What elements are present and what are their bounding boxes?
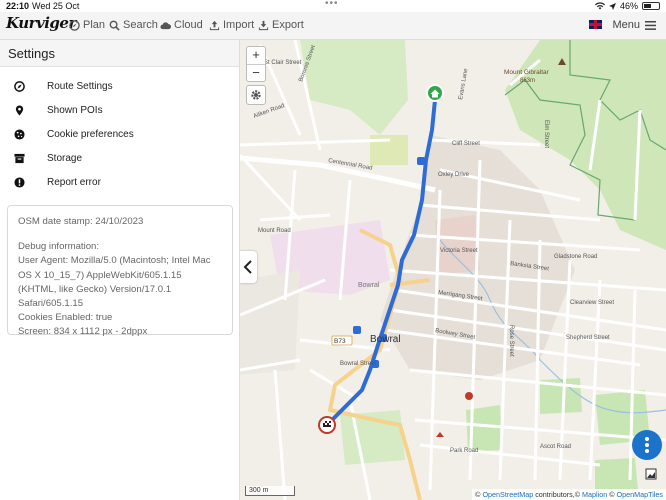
vertical-dots-icon: [645, 437, 649, 453]
hamburger-icon: [645, 20, 656, 30]
svg-text:Mount Road: Mount Road: [258, 228, 291, 234]
zoom-out-button[interactable]: −: [247, 64, 265, 81]
svg-text:Evans Lane: Evans Lane: [458, 67, 470, 100]
debug-info-box: OSM date stamp: 24/10/2023 Debug informa…: [7, 205, 233, 337]
settings-menu: Route Settings Shown POIs Cookie prefere…: [0, 67, 239, 194]
status-time: 22:10: [6, 1, 30, 11]
svg-text:Bowral: Bowral: [358, 282, 380, 289]
status-date: Wed 25 Oct: [32, 1, 80, 11]
nav-export[interactable]: Export: [258, 19, 304, 31]
menu-item-shown-pois[interactable]: Shown POIs: [0, 98, 239, 122]
menu-item-label: Storage: [47, 152, 83, 164]
map-attribution: © OpenStreetMap contributors,© Maplion ©…: [472, 489, 666, 500]
top-navigation: Kurviger Plan Search Cloud Import Export…: [0, 12, 666, 40]
menu-item-label: Report error: [47, 176, 101, 188]
zoom-in-button[interactable]: +: [247, 47, 265, 64]
more-options-button[interactable]: [632, 430, 662, 460]
menu-item-report-error[interactable]: Report error: [0, 170, 239, 194]
nav-search-label: Search: [123, 19, 158, 31]
svg-text:Oxley Drive: Oxley Drive: [438, 172, 470, 178]
svg-text:Clearview Street: Clearview Street: [570, 300, 614, 306]
nav-search[interactable]: Search: [109, 19, 158, 31]
search-icon: [109, 20, 120, 31]
route-icon: [14, 80, 25, 92]
svg-text:Gladstone Road: Gladstone Road: [554, 254, 597, 260]
gear-icon: [251, 90, 261, 100]
battery-icon: [642, 2, 660, 10]
menu-item-label: Cookie preferences: [47, 128, 134, 140]
upload-icon: [209, 20, 220, 30]
screen-info: Screen: 834 x 1112 px - 2dppx: [18, 326, 148, 338]
map-tiles[interactable]: St Clair Street Boronia Street Aitken Ro…: [240, 40, 666, 500]
svg-text:Ascot Road: Ascot Road: [540, 444, 571, 450]
chevron-left-icon: [243, 260, 252, 274]
attribution-separator: ©: [607, 490, 617, 499]
attribution-osm-link[interactable]: OpenStreetMap: [482, 490, 533, 499]
zoom-control: + −: [246, 46, 266, 82]
svg-text:Elm Street: Elm Street: [543, 120, 549, 148]
map-pin-icon: [14, 104, 25, 116]
compass-icon: [69, 19, 80, 31]
attribution-openmaptiles-link[interactable]: OpenMapTiles: [617, 490, 663, 499]
wifi-icon: [594, 2, 605, 10]
map-view[interactable]: St Clair Street Boronia Street Aitken Ro…: [240, 40, 666, 500]
debug-title: Debug information:: [18, 241, 100, 253]
uk-flag-icon[interactable]: [589, 20, 602, 29]
menu-item-label: Shown POIs: [47, 104, 103, 116]
location-icon: [608, 2, 616, 10]
attribution-middle: contributors,©: [533, 490, 583, 499]
download-icon: [258, 20, 269, 30]
menu-item-route-settings[interactable]: Route Settings: [0, 74, 239, 98]
menu-item-storage[interactable]: Storage: [0, 146, 239, 170]
battery-percent: 46%: [619, 1, 638, 11]
collapse-sidebar-button[interactable]: [240, 251, 257, 283]
nav-plan[interactable]: Plan: [69, 19, 105, 31]
map-settings-button[interactable]: [246, 85, 266, 105]
alert-icon: [14, 176, 25, 188]
scale-bar: 300 m: [245, 486, 295, 496]
menu-label: Menu: [612, 19, 640, 31]
attribution-maplion-link[interactable]: Maplion: [582, 490, 607, 499]
nav-plan-label: Plan: [83, 19, 106, 31]
svg-text:Bowral: Bowral: [370, 334, 401, 345]
sidebar-title: Settings: [0, 40, 239, 67]
svg-text:Rose Street: Rose Street: [508, 325, 514, 357]
archive-icon: [14, 153, 25, 164]
svg-text:Victoria Street: Victoria Street: [440, 248, 478, 254]
park-area: [300, 40, 408, 135]
nav-cloud[interactable]: Cloud: [160, 19, 203, 31]
settings-sidebar: Settings Route Settings Shown POIs Cooki…: [0, 40, 240, 500]
menu-item-cookie-preferences[interactable]: Cookie preferences: [0, 122, 239, 146]
menu-button[interactable]: Menu: [612, 19, 656, 31]
menu-item-label: Route Settings: [47, 80, 113, 92]
svg-text:Mount Gibraltar: Mount Gibraltar: [504, 69, 550, 76]
map-label: St Clair Street: [264, 60, 302, 66]
nav-cloud-label: Cloud: [174, 19, 203, 31]
nav-export-label: Export: [272, 19, 304, 31]
svg-text:Shepherd Street: Shepherd Street: [566, 335, 610, 341]
cookie-icon: [14, 128, 25, 140]
nav-import[interactable]: Import: [209, 19, 254, 31]
cloud-icon: [160, 21, 171, 29]
osm-date-stamp: OSM date stamp: 24/10/2023: [18, 216, 144, 227]
svg-text:B73: B73: [334, 338, 346, 345]
svg-text:Bowral Street: Bowral Street: [340, 361, 376, 367]
svg-text:Cliff Street: Cliff Street: [452, 141, 480, 147]
svg-text:Park Road: Park Road: [450, 448, 478, 454]
layers-icon[interactable]: [645, 468, 657, 480]
svg-text:863m: 863m: [520, 78, 535, 84]
app-logo[interactable]: Kurviger: [6, 14, 76, 32]
cookies-enabled: Cookies Enabled: true: [18, 312, 113, 324]
nav-import-label: Import: [223, 19, 255, 31]
multitasking-dots[interactable]: •••: [325, 0, 339, 9]
status-bar: 22:10 Wed 25 Oct ••• 46%: [0, 0, 666, 12]
user-agent: User Agent: Mozilla/5.0 (Macintosh; Inte…: [18, 255, 211, 310]
